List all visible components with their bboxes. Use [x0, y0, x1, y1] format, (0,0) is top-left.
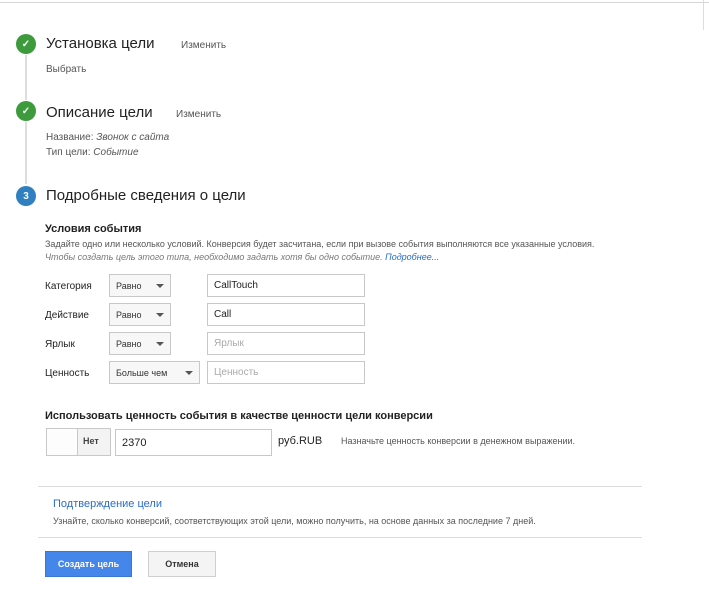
create-goal-button[interactable]: Создать цель [45, 551, 132, 577]
value-label: Ценность [45, 368, 90, 379]
step-2-edit-link[interactable]: Изменить [176, 109, 221, 120]
divider [38, 486, 642, 487]
use-value-heading: Использовать ценность события в качестве… [45, 410, 433, 422]
category-operator-value: Равно [116, 280, 142, 291]
conditions-hint: Задайте одно или несколько условий. Конв… [45, 239, 595, 249]
label-label: Ярлык [45, 339, 75, 350]
step-3-title: Подробные сведения о цели [46, 187, 246, 204]
step-1-detail: Выбрать [46, 64, 87, 75]
use-value-toggle[interactable]: Нет [46, 428, 111, 456]
action-operator-select[interactable]: Равно [109, 303, 171, 326]
action-label: Действие [45, 310, 89, 321]
label-value-input[interactable]: Ярлык [207, 332, 365, 355]
action-value-input[interactable]: Call [207, 303, 365, 326]
step-1-check-icon: ✓ [16, 34, 36, 54]
conditions-hint-2: Чтобы создать цель этого типа, необходим… [45, 252, 439, 262]
step-2-title: Описание цели [46, 104, 153, 121]
more-link[interactable]: Подробнее... [385, 252, 439, 262]
conditions-hint-2-text: Чтобы создать цель этого типа, необходим… [45, 252, 383, 262]
action-operator-value: Равно [116, 309, 142, 320]
goal-name-value: Звонок с сайта [96, 132, 170, 143]
step-3-number-icon: 3 [16, 186, 36, 206]
goal-name-label: Название: [46, 132, 94, 143]
chevron-down-icon [156, 313, 164, 317]
divider [38, 537, 642, 538]
goal-type-line: Тип цели: Событие [46, 147, 139, 158]
value-operator-select[interactable]: Больше чем [109, 361, 200, 384]
verify-goal-link[interactable]: Подтверждение цели [53, 498, 162, 510]
chevron-down-icon [156, 284, 164, 288]
category-label: Категория [45, 281, 92, 292]
right-divider [703, 0, 704, 30]
value-value-input[interactable]: Ценность [207, 361, 365, 384]
chevron-down-icon [185, 371, 193, 375]
label-operator-select[interactable]: Равно [109, 332, 171, 355]
conversion-value-hint: Назначьте ценность конверсии в денежном … [341, 436, 575, 446]
event-conditions-heading: Условия события [45, 223, 142, 235]
cancel-button[interactable]: Отмена [148, 551, 216, 577]
step-1-edit-link[interactable]: Изменить [181, 40, 226, 51]
verify-goal-hint: Узнайте, сколько конверсий, соответствую… [53, 516, 536, 526]
category-value-input[interactable]: CallTouch [207, 274, 365, 297]
toggle-label: Нет [83, 436, 99, 446]
step-1-title: Установка цели [46, 35, 155, 52]
step-2-check-icon: ✓ [16, 101, 36, 121]
goal-type-value: Событие [93, 147, 139, 158]
goal-type-label: Тип цели: [46, 147, 91, 158]
currency-label: руб.RUB [278, 435, 323, 447]
step-connector [25, 122, 27, 184]
value-operator-value: Больше чем [116, 367, 168, 378]
toggle-knob [47, 429, 78, 455]
top-divider [0, 2, 709, 3]
category-operator-select[interactable]: Равно [109, 274, 171, 297]
label-operator-value: Равно [116, 338, 142, 349]
chevron-down-icon [156, 342, 164, 346]
conversion-value-input[interactable]: 2370 [115, 429, 272, 456]
step-connector [25, 55, 27, 100]
goal-name-line: Название: Звонок с сайта [46, 132, 169, 143]
